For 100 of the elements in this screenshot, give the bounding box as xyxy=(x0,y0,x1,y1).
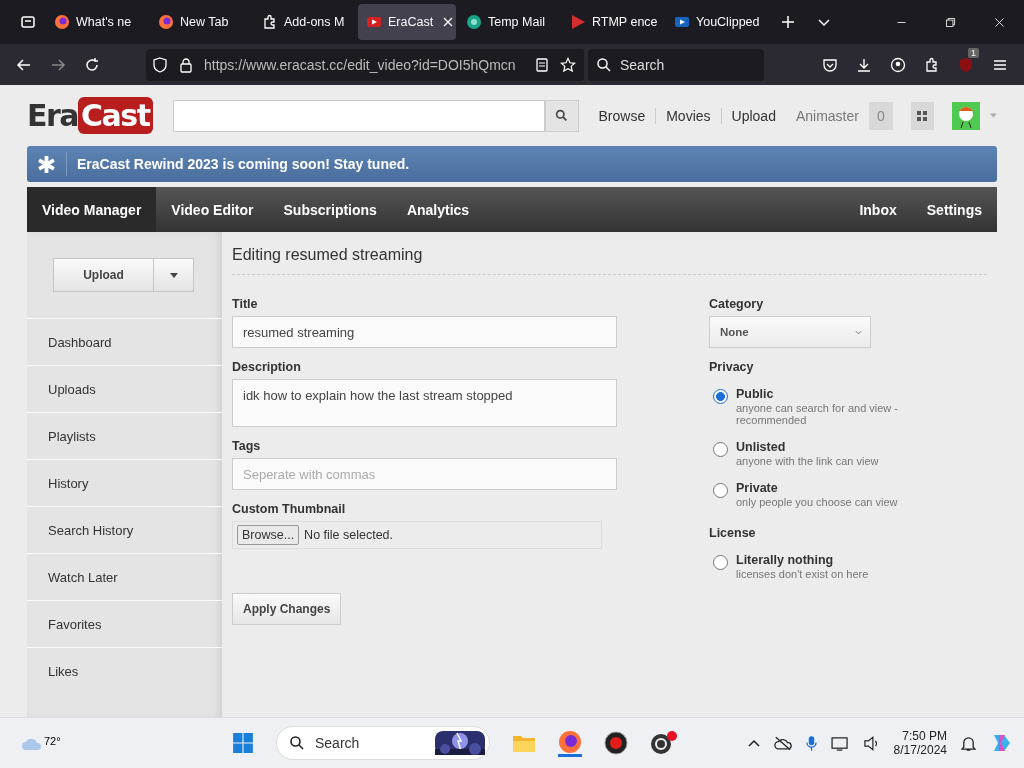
play-icon xyxy=(674,14,690,30)
asterisk-icon xyxy=(37,154,56,174)
mail-icon xyxy=(466,14,482,30)
radio-button[interactable] xyxy=(713,389,728,404)
avatar[interactable] xyxy=(952,101,981,130)
sidebar-item[interactable]: Watch Later xyxy=(27,553,222,600)
pocket-icon[interactable] xyxy=(822,56,838,73)
search-button[interactable] xyxy=(544,99,579,132)
category-select[interactable]: None xyxy=(709,316,871,348)
new-tab-icon[interactable] xyxy=(780,14,796,30)
sidebar-item[interactable]: History xyxy=(27,459,222,506)
option-description: only people you choose can view xyxy=(736,496,899,508)
chevron-up-icon[interactable] xyxy=(747,739,760,747)
caret-icon xyxy=(169,272,178,278)
menu-tab[interactable]: Subscriptions xyxy=(268,187,392,232)
search-field[interactable]: Search xyxy=(588,48,764,81)
field-label: Title xyxy=(232,297,258,311)
menu-tab[interactable]: Video Manager xyxy=(27,187,157,232)
forward-icon[interactable] xyxy=(50,56,66,73)
apply-button[interactable]: Apply Changes xyxy=(232,593,342,625)
lock-icon xyxy=(178,56,194,73)
temperature[interactable]: 72° xyxy=(44,735,61,747)
option-description: anyone can search for and view - recommended xyxy=(736,402,900,426)
option-title: Unlisted xyxy=(736,440,787,454)
back-icon[interactable] xyxy=(16,56,32,73)
apps-button[interactable] xyxy=(910,101,935,130)
title-field[interactable]: resumed streaming xyxy=(232,316,617,348)
radio-button[interactable] xyxy=(713,555,728,570)
clock-date[interactable]: 8/17/2024 xyxy=(893,743,947,757)
badge: 1 xyxy=(968,47,979,58)
nav-link[interactable]: Browse xyxy=(598,107,646,124)
menu-link[interactable]: Inbox xyxy=(844,187,912,232)
sidebar-item[interactable]: Dashboard xyxy=(27,318,222,365)
option-description: anyone with the link can view xyxy=(736,455,880,467)
taskbar-search[interactable]: Search xyxy=(276,726,490,760)
nav-link[interactable]: Movies xyxy=(666,107,711,124)
tags-field[interactable]: Seperate with commas xyxy=(232,458,617,490)
record-icon[interactable] xyxy=(604,731,628,755)
sidebar-item[interactable]: Favorites xyxy=(27,600,222,647)
search-icon xyxy=(596,56,612,73)
account-icon[interactable] xyxy=(890,56,906,73)
address-bar[interactable]: https://www.eracast.cc/edit_video?id=DOI5hQmcn xyxy=(146,48,584,81)
search-field[interactable] xyxy=(172,99,545,132)
clock-time[interactable]: 7:50 PM xyxy=(902,729,947,743)
option-title: Public xyxy=(736,387,775,401)
bell-icon[interactable] xyxy=(961,734,976,752)
browser-tab[interactable]: RTMP ence xyxy=(562,4,664,40)
menu-tab[interactable]: Analytics xyxy=(391,187,485,232)
reader-view-icon[interactable] xyxy=(534,56,550,73)
browser-tab[interactable]: Temp Mail xyxy=(458,4,560,40)
restore-icon[interactable] xyxy=(944,15,957,29)
menu-tab[interactable]: Video Editor xyxy=(156,187,269,232)
field-label: Custom Thumbnail xyxy=(232,502,346,516)
sidebar-item[interactable]: Likes xyxy=(27,647,222,694)
description-field[interactable]: idk how to explain how the last stream stopped xyxy=(232,379,617,427)
browse-button[interactable]: Browse... xyxy=(237,525,300,545)
option-title: Private xyxy=(736,481,779,495)
search-icon xyxy=(289,735,305,751)
nav-link[interactable]: Upload xyxy=(731,107,776,124)
page-heading: Editing resumed streaming xyxy=(232,246,987,275)
sidebar-item[interactable]: Search History xyxy=(27,506,222,553)
windows-icon[interactable] xyxy=(232,732,254,754)
volume-icon[interactable] xyxy=(863,735,880,751)
star-icon[interactable] xyxy=(560,56,576,73)
radio-button[interactable] xyxy=(713,442,728,457)
menu-link[interactable]: Settings xyxy=(911,187,997,232)
field-label: Category xyxy=(709,297,765,311)
browser-tab[interactable]: New Tab xyxy=(150,4,252,40)
upload-button[interactable]: Upload xyxy=(53,258,154,292)
download-icon[interactable] xyxy=(856,56,872,73)
field-label: Description xyxy=(232,360,301,374)
browser-tab[interactable]: YouClipped xyxy=(666,4,768,40)
close-icon[interactable] xyxy=(993,15,1006,29)
field-label: Privacy xyxy=(709,360,755,374)
banner-text: EraCast Rewind 2023 is coming soon! Stay tuned. xyxy=(77,156,410,172)
browser-tab[interactable]: Add-ons M xyxy=(254,4,356,40)
microphone-icon[interactable] xyxy=(805,734,817,752)
play-icon xyxy=(366,14,382,30)
tab-list-icon[interactable] xyxy=(20,14,36,30)
radio-button[interactable] xyxy=(713,483,728,498)
shield-icon[interactable] xyxy=(958,56,974,73)
option-title: Literally nothing xyxy=(736,553,835,567)
close-icon[interactable] xyxy=(443,17,454,27)
reload-icon[interactable] xyxy=(84,56,100,73)
sidebar-item[interactable]: Playlists xyxy=(27,412,222,459)
sidebar-item[interactable]: Uploads xyxy=(27,365,222,412)
monitor-icon[interactable] xyxy=(830,735,850,751)
file-input[interactable]: Browse... No file selected. xyxy=(232,521,602,549)
cloud-off-icon[interactable] xyxy=(773,735,792,751)
field-label: License xyxy=(709,526,757,540)
firefox-icon xyxy=(54,14,70,30)
username-link[interactable]: Animaster xyxy=(795,107,859,124)
field-label: Tags xyxy=(232,439,261,453)
browser-tab[interactable]: What's ne xyxy=(46,4,148,40)
file-status: No file selected. xyxy=(304,528,394,542)
shield-icon xyxy=(152,56,168,73)
browser-tab[interactable]: EraCast xyxy=(358,4,456,40)
obs-icon[interactable] xyxy=(650,731,678,755)
firefox-icon[interactable] xyxy=(558,729,582,757)
search-icon xyxy=(555,109,568,122)
